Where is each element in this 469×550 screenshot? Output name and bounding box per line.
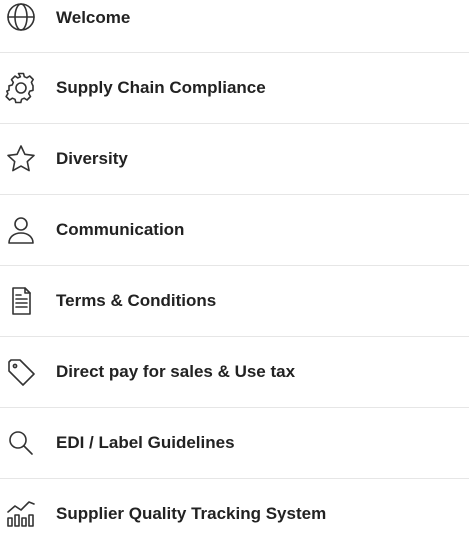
gear-icon	[4, 71, 38, 105]
navigation-menu: Welcome Supply Chain Compliance Diversit…	[0, 0, 469, 529]
menu-item-label: Direct pay for sales & Use tax	[56, 362, 296, 381]
menu-item-communication[interactable]: Communication	[0, 195, 469, 266]
menu-item-direct-pay[interactable]: Direct pay for sales & Use tax	[0, 337, 469, 408]
menu-item-terms-conditions[interactable]: Terms & Conditions	[0, 266, 469, 337]
menu-item-supply-chain-compliance[interactable]: Supply Chain Compliance	[0, 53, 469, 124]
user-icon	[4, 213, 38, 247]
menu-item-diversity[interactable]: Diversity	[0, 124, 469, 195]
star-icon	[4, 142, 38, 176]
menu-item-label: Welcome	[56, 8, 131, 27]
menu-item-welcome[interactable]: Welcome	[0, 0, 469, 53]
menu-item-edi-label-guidelines[interactable]: EDI / Label Guidelines	[0, 408, 469, 479]
globe-icon	[4, 0, 38, 34]
menu-item-label: Communication	[56, 220, 185, 239]
trend-chart-icon	[4, 497, 38, 531]
menu-item-label: Terms & Conditions	[56, 291, 217, 310]
menu-item-label: Diversity	[56, 149, 128, 168]
search-icon	[4, 426, 38, 460]
menu-item-label: Supply Chain Compliance	[56, 78, 266, 97]
menu-item-supplier-quality-tracking[interactable]: Supplier Quality Tracking System	[0, 479, 469, 550]
document-icon	[4, 284, 38, 318]
tag-icon	[4, 355, 38, 389]
menu-item-label: Supplier Quality Tracking System	[56, 504, 327, 523]
menu-item-label: EDI / Label Guidelines	[56, 433, 235, 452]
